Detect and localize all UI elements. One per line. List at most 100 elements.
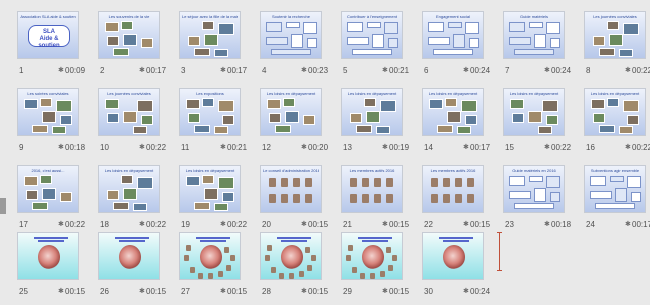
slide-thumbnail[interactable] (341, 232, 403, 280)
slide-thumbnail[interactable] (422, 232, 484, 280)
slide-card[interactable]: Les journées conviviales 10 ✱ 00:22 (81, 77, 166, 161)
transition-star-icon[interactable]: ✱ (382, 287, 388, 295)
slide-thumbnail[interactable]: Le séjour avec la fille de la maison (179, 11, 241, 59)
member-photo (431, 178, 438, 187)
transition-star-icon[interactable]: ✱ (220, 66, 226, 74)
slide-thumbnail[interactable] (260, 232, 322, 280)
photo-thumbnail (123, 111, 137, 123)
transition-star-icon[interactable]: ✱ (139, 66, 145, 74)
photo-thumbnail (42, 188, 56, 200)
slide-card[interactable]: Les loisirs en dépaysement 16 ✱ 00:22 (567, 77, 650, 161)
slide-thumbnail[interactable]: Contribuer à l'enseignement (341, 11, 403, 59)
slide-thumbnail[interactable]: Les expositions (179, 88, 241, 136)
photo-thumbnail (204, 34, 218, 46)
slide-thumbnail[interactable]: Les loisirs en dépaysement (341, 88, 403, 136)
slide-card[interactable]: Les loisirs en dépaysement 14 ✱ 00:17 (405, 77, 490, 161)
slide-title: Les membres actifs 2016 (349, 168, 395, 173)
slide-card[interactable]: 27 ✱ 00:15 (162, 221, 247, 305)
transition-star-icon[interactable]: ✱ (625, 66, 631, 74)
transition-star-icon[interactable]: ✱ (544, 143, 550, 151)
slide-card[interactable]: 25 ✱ 00:15 (0, 221, 85, 305)
slide-card[interactable]: Le séjour avec la fille de la maison 3 ✱ 00… (162, 0, 247, 84)
diagram-box (627, 176, 641, 188)
slide-timing: 00:22 (632, 66, 650, 75)
slide-card[interactable]: 29 ✱ 00:15 (324, 221, 409, 305)
slide-thumbnail[interactable]: SLA Aide & soutien Association SLA aide & … (17, 11, 79, 59)
slide-title: Les loisirs en dépaysement (428, 91, 478, 96)
slide-card[interactable]: Les expositions 11 ✱ 00:21 (162, 77, 247, 161)
slide-thumbnail[interactable] (98, 232, 160, 280)
slide-card[interactable]: Les journées conviviales 8 ✱ 00:22 (567, 0, 650, 84)
slide-card[interactable]: 30 ✱ 00:24 (405, 221, 490, 305)
slide-card[interactable]: SLA Aide & soutien Association SLA aide & … (0, 0, 85, 84)
slide-card[interactable]: 28 ✱ 00:15 (243, 221, 328, 305)
slide-card[interactable]: Les loisirs en dépaysement 15 ✱ 00:22 (486, 77, 571, 161)
slide-thumbnail[interactable] (17, 232, 79, 280)
transition-star-icon[interactable]: ✱ (301, 287, 307, 295)
member-photo (348, 245, 353, 251)
slide-thumbnail[interactable]: Le conseil d'administration 2016 (260, 165, 322, 213)
slide-thumbnail[interactable]: Les loisirs en dépaysement (98, 165, 160, 213)
slide-card[interactable]: Les loisirs en dépaysement 13 ✱ 00:19 (324, 77, 409, 161)
transition-star-icon[interactable]: ✱ (382, 143, 388, 151)
member-photo (374, 194, 381, 203)
slide-card[interactable]: Soutenir la recherche 4 ✱ 00:23 (243, 0, 328, 84)
transition-star-icon[interactable]: ✱ (463, 143, 469, 151)
slide-thumbnail[interactable]: Les loisirs en dépaysement (260, 88, 322, 136)
slide-number: 26 (100, 287, 109, 296)
slide-card[interactable]: Engagement social 6 ✱ 00:24 (405, 0, 490, 84)
slide-thumbnail[interactable]: Les soirées conviviales (17, 88, 79, 136)
transition-star-icon[interactable]: ✱ (301, 143, 307, 151)
transition-star-icon[interactable]: ✱ (220, 287, 226, 295)
scrollbar-thumb[interactable] (0, 198, 6, 214)
transition-star-icon[interactable]: ✱ (544, 220, 550, 228)
transition-star-icon[interactable]: ✱ (139, 287, 145, 295)
slide-card[interactable]: Subventions agir ensemble 24 ✱ 00:17 (567, 154, 650, 238)
slide-card[interactable]: Les loisirs en dépaysement 12 ✱ 00:20 (243, 77, 328, 161)
transition-star-icon[interactable]: ✱ (301, 66, 307, 74)
newborn-image (119, 245, 141, 269)
diagram-box (384, 22, 398, 34)
slide-number: 29 (343, 287, 352, 296)
transition-star-icon[interactable]: ✱ (382, 66, 388, 74)
slide-thumbnail[interactable]: Les membres actifs 2016 (422, 165, 484, 213)
slide-card[interactable]: Guide matériels 7 ✱ 00:24 (486, 0, 571, 84)
slide-thumbnail[interactable]: Les loisirs en dépaysement (584, 88, 646, 136)
slide-thumbnail[interactable]: 2016, c'est aussi... (17, 165, 79, 213)
slide-thumbnail[interactable]: Engagement social (422, 11, 484, 59)
photo-thumbnail (275, 125, 291, 133)
slide-number: 12 (262, 143, 271, 152)
slide-thumbnail[interactable]: Les loisirs en dépaysement (179, 165, 241, 213)
slide-thumbnail[interactable]: Les journées conviviales (584, 11, 646, 59)
transition-star-icon[interactable]: ✱ (139, 143, 145, 151)
slide-thumbnail[interactable]: Les loisirs en dépaysement (503, 88, 565, 136)
slide-card[interactable]: Guide matériels en 2016 23 ✱ 00:18 (486, 154, 571, 238)
newborn-image (38, 245, 60, 269)
slide-thumbnail[interactable]: Les journées conviviales (98, 88, 160, 136)
slide-card[interactable]: 26 ✱ 00:15 (81, 221, 166, 305)
member-photo (230, 255, 235, 261)
slide-thumbnail[interactable]: Les souvenirs de la vie (98, 11, 160, 59)
transition-star-icon[interactable]: ✱ (220, 143, 226, 151)
slide-card[interactable]: Les soirées conviviales 9 ✱ 00:18 (0, 77, 85, 161)
slide-thumbnail[interactable]: Guide matériels en 2016 (503, 165, 565, 213)
transition-star-icon[interactable]: ✱ (463, 66, 469, 74)
transition-star-icon[interactable]: ✱ (625, 220, 631, 228)
slide-thumbnail[interactable]: Les loisirs en dépaysement (422, 88, 484, 136)
slide-thumbnail[interactable]: Soutenir la recherche (260, 11, 322, 59)
transition-star-icon[interactable]: ✱ (58, 66, 64, 74)
slide-card[interactable]: Les souvenirs de la vie 2 ✱ 00:17 (81, 0, 166, 84)
transition-star-icon[interactable]: ✱ (58, 287, 64, 295)
slide-thumbnail[interactable] (179, 232, 241, 280)
transition-star-icon[interactable]: ✱ (544, 66, 550, 74)
member-photo (352, 267, 357, 273)
slide-card[interactable]: Contribuer à l'enseignement 5 ✱ 00:21 (324, 0, 409, 84)
member-photo (293, 194, 300, 203)
slide-thumbnail[interactable]: Les membres actifs 2016 (341, 165, 403, 213)
transition-star-icon[interactable]: ✱ (58, 143, 64, 151)
slide-thumbnail[interactable]: Guide matériels (503, 11, 565, 59)
slide-thumbnail[interactable]: Subventions agir ensemble (584, 165, 646, 213)
transition-star-icon[interactable]: ✱ (463, 287, 469, 295)
transition-star-icon[interactable]: ✱ (625, 143, 631, 151)
slide-title: Les loisirs en dépaysement (266, 91, 316, 96)
